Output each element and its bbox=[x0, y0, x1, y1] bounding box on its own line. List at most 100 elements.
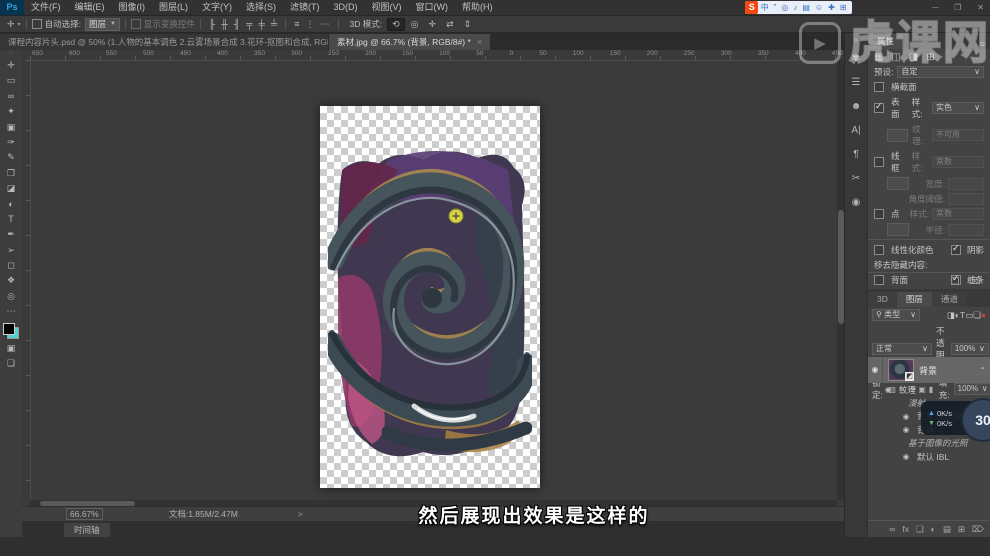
tool-button[interactable]: ❖ bbox=[0, 273, 22, 288]
layer-row-background[interactable]: ◉ ◩ 背景 ⌃ bbox=[868, 357, 990, 383]
collapsed-panel-icon[interactable]: ☰ bbox=[845, 71, 867, 95]
ime-icon[interactable]: ⊞ bbox=[837, 1, 849, 14]
sublayer-eye-icon[interactable]: ◉ bbox=[899, 425, 913, 434]
tool-button[interactable]: ▣ bbox=[0, 120, 22, 135]
ime-icon[interactable]: ▤ bbox=[800, 1, 813, 14]
properties-subtab-icon[interactable]: ◨ bbox=[909, 52, 918, 63]
auto-select-target-dropdown[interactable]: 图层 ▼ bbox=[84, 17, 120, 31]
layer-sub-row[interactable]: ◉ 默认 IBL bbox=[868, 450, 990, 463]
properties-footer-icon[interactable]: ❒ bbox=[951, 276, 959, 287]
toolbar-grip[interactable]: ⁙ bbox=[0, 50, 22, 58]
distribute-icon[interactable]: ⋮ bbox=[303, 19, 318, 30]
color-swatches[interactable] bbox=[3, 322, 19, 339]
align-icon[interactable]: ╟ bbox=[206, 19, 218, 29]
surface-checkbox[interactable] bbox=[874, 101, 884, 113]
3d-mode-icon[interactable]: ⇕ bbox=[460, 19, 476, 30]
current-tool-icon[interactable]: ✛ bbox=[4, 19, 18, 30]
auto-select-checkbox[interactable] bbox=[31, 19, 42, 29]
tool-button[interactable]: ◪ bbox=[0, 181, 22, 196]
menu-item[interactable]: 图层(L) bbox=[152, 0, 195, 15]
3d-mode-icon[interactable]: ✛ bbox=[425, 19, 441, 30]
sublayer-eye-icon[interactable]: ◉ bbox=[881, 385, 895, 394]
layer-filter-icon[interactable]: ▭ bbox=[965, 310, 973, 321]
sublayer-eye-icon[interactable]: ◉ bbox=[899, 412, 913, 421]
menu-item[interactable]: 窗口(W) bbox=[409, 0, 456, 15]
tool-button[interactable]: ◻ bbox=[0, 258, 22, 273]
artwork-3d-swirl[interactable] bbox=[328, 130, 532, 460]
tool-button[interactable]: ◐ bbox=[0, 197, 22, 212]
surface-style-dropdown[interactable]: 实色 ∨ bbox=[932, 102, 984, 114]
layers-panel-tab[interactable]: 3D bbox=[868, 292, 897, 307]
window-control-button[interactable]: ─ bbox=[932, 3, 938, 12]
sublayer-eye-icon[interactable]: ◉ bbox=[899, 452, 913, 461]
layer-visibility-eye-icon[interactable]: ◉ bbox=[868, 357, 883, 383]
close-tab-icon[interactable]: × bbox=[477, 34, 482, 50]
panel-menu-icon[interactable]: ≡ bbox=[975, 39, 990, 49]
point-color-swatch[interactable] bbox=[887, 223, 909, 236]
tool-button[interactable]: ✑ bbox=[0, 135, 22, 150]
collapsed-panel-icon[interactable]: ✂ bbox=[845, 167, 867, 191]
preset-dropdown[interactable]: 自定 ∨ bbox=[897, 66, 984, 78]
sogou-logo-icon[interactable]: S bbox=[745, 1, 759, 14]
layers-panel-tab[interactable]: 通道 bbox=[931, 292, 967, 307]
tool-button[interactable]: T bbox=[0, 212, 22, 227]
foreground-color-swatch[interactable] bbox=[3, 322, 15, 335]
align-icon[interactable]: ╫ bbox=[218, 19, 230, 29]
3d-mode-icon[interactable]: ◎ bbox=[407, 19, 423, 30]
menu-item[interactable]: 3D(D) bbox=[327, 0, 365, 15]
layer-sub-row[interactable]: ◉ 纹理 bbox=[868, 383, 990, 396]
tool-button[interactable]: ▭ bbox=[0, 73, 22, 88]
window-control-button[interactable]: ✕ bbox=[977, 3, 984, 12]
properties-footer-icon[interactable]: ⌦ bbox=[969, 276, 982, 287]
ime-icon[interactable]: ♪ bbox=[791, 1, 800, 14]
layer-thumbnail[interactable]: ◩ bbox=[888, 359, 914, 381]
menu-item[interactable]: 文件(F) bbox=[24, 0, 68, 15]
collapse-layer-icon[interactable]: ⌃ bbox=[979, 366, 986, 375]
window-control-button[interactable]: ❐ bbox=[954, 3, 961, 12]
distribute-icon[interactable]: ⋯ bbox=[318, 19, 333, 30]
screen-mode-button[interactable]: ❏ bbox=[0, 356, 22, 371]
wireframe-checkbox[interactable] bbox=[874, 157, 884, 167]
tool-button[interactable]: ✛ bbox=[0, 58, 22, 73]
tool-button[interactable]: ◎ bbox=[0, 289, 22, 304]
properties-subtab-icon[interactable]: ▦ bbox=[874, 52, 883, 63]
tool-caret-icon[interactable]: ▾ bbox=[18, 21, 21, 28]
ime-icon[interactable]: ” bbox=[771, 1, 779, 14]
surface-color-swatch[interactable] bbox=[887, 128, 909, 142]
3d-mode-icon[interactable]: ⇄ bbox=[442, 19, 458, 30]
cross-section-checkbox[interactable] bbox=[874, 82, 884, 92]
shadow-checkbox[interactable] bbox=[950, 243, 961, 255]
document-canvas[interactable] bbox=[320, 106, 540, 488]
layers-panel-tab[interactable]: 图层 bbox=[896, 292, 932, 307]
collapsed-panel-icon[interactable]: ✾ bbox=[845, 47, 867, 71]
ime-icon[interactable]: 中 bbox=[758, 1, 771, 14]
blend-mode-dropdown[interactable]: 正常 ∨ bbox=[872, 343, 932, 355]
align-icon[interactable]: ╤ bbox=[243, 19, 255, 29]
expand-panels-icon[interactable]: « bbox=[845, 33, 867, 47]
layer-filter-icon[interactable]: ❏ bbox=[973, 310, 981, 321]
points-checkbox[interactable] bbox=[874, 209, 884, 219]
document-tab[interactable]: 课程内容片头.psd @ 50% (1.人物的基本调色 2.云雾场景合成 3.花… bbox=[0, 34, 328, 50]
tool-button[interactable]: ✎ bbox=[0, 150, 22, 165]
menu-item[interactable]: 帮助(H) bbox=[455, 0, 500, 15]
tool-button[interactable]: ➢ bbox=[0, 243, 22, 258]
ime-icon[interactable]: ☺ bbox=[812, 1, 825, 14]
distribute-icon[interactable]: ≡ bbox=[291, 19, 302, 29]
more-tools-button[interactable]: ⋯ bbox=[0, 304, 22, 319]
linearize-color-checkbox[interactable] bbox=[874, 245, 884, 255]
tool-button[interactable]: ✒ bbox=[0, 227, 22, 242]
menu-item[interactable]: 图像(I) bbox=[112, 0, 153, 15]
menu-item[interactable]: 文字(Y) bbox=[195, 0, 239, 15]
3d-mode-icon[interactable]: ⟲ bbox=[387, 17, 405, 31]
layer-filter-icon[interactable]: ● bbox=[981, 310, 986, 320]
show-transform-checkbox[interactable] bbox=[130, 19, 141, 29]
collapsed-panel-icon[interactable]: ◉ bbox=[845, 191, 867, 215]
layer-name[interactable]: 背景 bbox=[919, 364, 937, 377]
tool-button[interactable]: ✦ bbox=[0, 104, 22, 119]
tool-button[interactable]: ❐ bbox=[0, 166, 22, 181]
collapsed-panel-icon[interactable]: ☻ bbox=[845, 95, 867, 119]
tab-properties[interactable]: 属性 bbox=[868, 34, 904, 49]
align-icon[interactable]: ╢ bbox=[231, 19, 243, 29]
layer-filter-icon[interactable]: ◨ bbox=[947, 310, 955, 321]
tool-button[interactable]: ∞ bbox=[0, 89, 22, 104]
